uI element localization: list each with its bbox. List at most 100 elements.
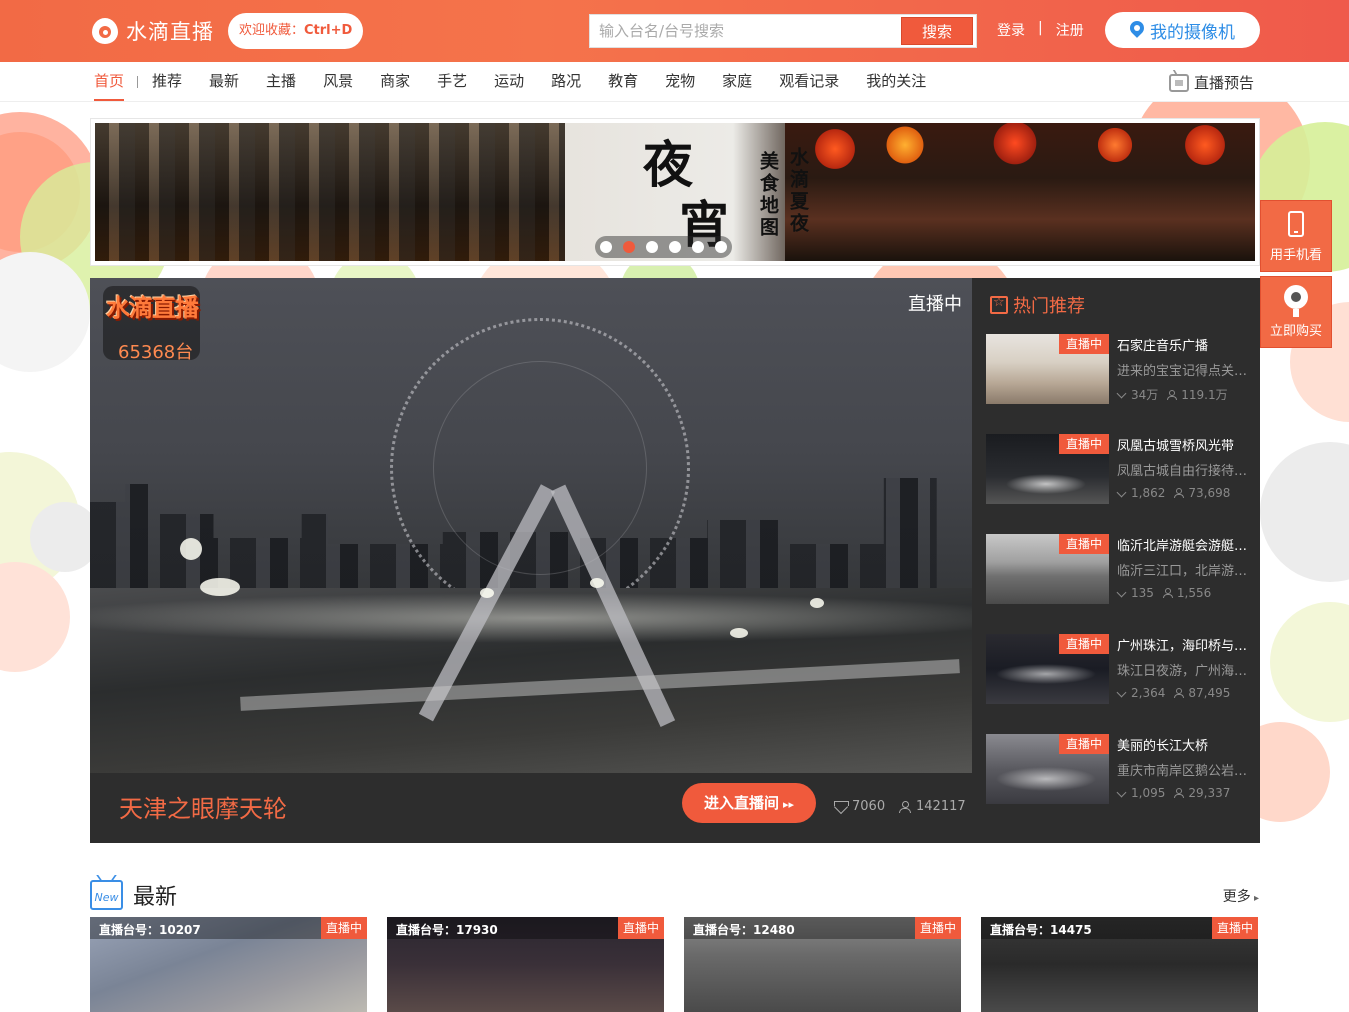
diamond-count: 7060	[852, 799, 886, 814]
nav-item[interactable]: 推荐	[152, 62, 182, 102]
viewer-count: 87,495	[1188, 686, 1231, 700]
nav-item[interactable]: 观看记录	[779, 62, 839, 102]
video-ferris-wheel-rim	[433, 361, 647, 575]
hot-thumbnail[interactable]: 直播中	[986, 334, 1109, 404]
nav-item[interactable]: 最新	[209, 62, 239, 102]
channel-id: 直播台号：17930	[396, 923, 498, 937]
video-river	[90, 588, 972, 773]
site-logo[interactable]: 水滴直播	[92, 15, 214, 47]
diamond-count: 1,862	[1131, 486, 1166, 500]
new-tv-icon: New	[90, 880, 123, 910]
carousel-dot[interactable]	[600, 241, 612, 253]
live-preview-link[interactable]: 直播预告	[1168, 62, 1254, 102]
hot-item-title[interactable]: 临沂北岸游艇会游艇码头	[1117, 535, 1258, 554]
hot-list-item[interactable]: 直播中 石家庄音乐广播 进来的宝宝记得点关注哦 34万 119.1万	[986, 334, 1258, 404]
carousel-dot[interactable]	[646, 241, 658, 253]
nav-item[interactable]: 商家	[380, 62, 410, 102]
latest-card[interactable]: 直播台号：10207 直播中	[90, 917, 367, 1012]
bookmark-hint: 欢迎收藏：Ctrl+D	[228, 13, 364, 49]
video-ferris-wheel	[390, 318, 690, 618]
nav-item[interactable]: 手艺	[437, 62, 467, 102]
carousel-dot[interactable]	[715, 241, 727, 253]
main-nav: 首页 推荐 最新 主播 风景 商家 手艺 运动 路况 教育 宠物 家庭 观看记录 我的关注 直播预告	[0, 62, 1349, 102]
carousel-dot[interactable]	[669, 241, 681, 253]
auth-links: 登录 | 注册	[997, 20, 1084, 40]
enter-room-button[interactable]: 进入直播间 ▸▸	[682, 783, 816, 823]
hot-item-desc: 临沂三江口，北岸游艇会	[1117, 564, 1258, 579]
nav-item[interactable]: 我的关注	[866, 62, 926, 102]
live-badge: 直播中	[1059, 534, 1109, 554]
badge-logo-text: 水滴直播	[106, 293, 199, 322]
hot-item-desc: 珠江日夜游，广州海印桥	[1117, 664, 1258, 679]
buy-now-label: 立即购买	[1269, 324, 1322, 339]
hot-thumbnail[interactable]: 直播中	[986, 634, 1109, 704]
hot-list-item[interactable]: 直播中 临沂北岸游艇会游艇码头 临沂三江口，北岸游艇会 135 1,556	[986, 534, 1258, 604]
webcam-icon	[1284, 285, 1308, 317]
promo-banner[interactable]: 夜 宵 美食地图 水滴夏夜	[90, 118, 1260, 266]
hot-heading: 热门推荐	[1013, 296, 1085, 317]
hot-item-title[interactable]: 凤凰古城雪桥风光带	[1117, 435, 1258, 454]
watch-on-mobile-button[interactable]: 用手机看	[1260, 200, 1332, 272]
hot-item-title[interactable]: 石家庄音乐广播	[1117, 335, 1258, 354]
nav-items: 首页 推荐 最新 主播 风景 商家 手艺 运动 路况 教育 宠物 家庭 观看记录 我的关注	[94, 62, 953, 102]
live-status: 直播中	[908, 294, 962, 315]
live-badge: 直播中	[321, 917, 367, 939]
latest-card[interactable]: 直播台号：12480 直播中	[684, 917, 961, 1012]
hot-list-item[interactable]: 直播中 广州珠江，海印桥与二沙岛珠江日夜游，广州海印桥 2,364 87,495	[986, 634, 1258, 704]
video-light	[810, 598, 824, 608]
hot-thumbnail[interactable]: 直播中	[986, 434, 1109, 504]
channel-id: 直播台号：12480	[693, 923, 795, 937]
my-camera-button[interactable]: 我的摄像机	[1105, 12, 1260, 48]
hot-item-stats: 34万 119.1万	[1117, 386, 1228, 403]
banner-subtitle-2: 美食地图	[757, 151, 779, 239]
room-title[interactable]: 天津之眼摩天轮	[119, 789, 287, 824]
nav-item[interactable]: 首页	[94, 62, 125, 102]
live-badge: 直播中	[1059, 734, 1109, 754]
user-icon	[1174, 788, 1185, 798]
double-arrow-icon: ▸▸	[782, 798, 795, 811]
user-icon	[1162, 588, 1173, 598]
login-link[interactable]: 登录	[997, 20, 1025, 40]
nav-item[interactable]: 宠物	[665, 62, 695, 102]
hot-list-item[interactable]: 直播中 凤凰古城雪桥风光带 凤凰古城自由行接待中心 1,862 73,698	[986, 434, 1258, 504]
hot-thumbnail[interactable]: 直播中	[986, 534, 1109, 604]
nav-item[interactable]: 路况	[551, 62, 581, 102]
hot-item-stats: 1,095 29,337	[1117, 786, 1230, 800]
nav-item[interactable]: 教育	[608, 62, 638, 102]
viewer-count: 119.1万	[1181, 388, 1228, 402]
location-pin-icon	[1130, 21, 1144, 39]
diamond-icon	[1117, 489, 1127, 498]
carousel-dot[interactable]	[623, 241, 635, 253]
nav-item[interactable]: 运动	[494, 62, 524, 102]
nav-item[interactable]: 主播	[266, 62, 296, 102]
carousel-dot[interactable]	[692, 241, 704, 253]
hot-recommendations: 热门推荐 直播中石家庄音乐广播进来的宝宝记得点关注哦34万119.1万直播中凤凰…	[972, 278, 1260, 843]
banner-food-stall-photo	[785, 123, 1255, 261]
hot-item-title[interactable]: 美丽的长江大桥	[1117, 735, 1258, 754]
live-preview-label: 直播预告	[1193, 73, 1254, 92]
hot-item-desc: 凤凰古城自由行接待中心	[1117, 464, 1258, 479]
latest-card[interactable]: 直播台号：17930 直播中	[387, 917, 664, 1012]
hot-thumbnail[interactable]: 直播中	[986, 734, 1109, 804]
hot-list-item[interactable]: 直播中 美丽的长江大桥 重庆市南岸区鹅公岩大桥 1,095 29,337	[986, 734, 1258, 804]
live-badge: 直播中	[1059, 634, 1109, 654]
water-drop-icon	[92, 18, 118, 44]
bookmark-prefix: 欢迎收藏：	[239, 23, 305, 38]
latest-card[interactable]: 直播台号：14475 直播中	[981, 917, 1258, 1012]
nav-item[interactable]: 家庭	[722, 62, 752, 102]
nav-separator	[137, 76, 139, 88]
diamond-icon	[1117, 589, 1127, 598]
hot-item-stats: 2,364 87,495	[1117, 686, 1230, 700]
live-video[interactable]: 水滴直播 65368台 直播中	[90, 278, 972, 773]
hot-item-title[interactable]: 广州珠江，海印桥与二沙岛	[1117, 635, 1258, 654]
nav-item[interactable]: 风景	[323, 62, 353, 102]
video-light	[590, 578, 604, 588]
user-icon	[1167, 389, 1178, 400]
user-icon	[899, 800, 911, 813]
search-input[interactable]	[590, 15, 902, 47]
register-link[interactable]: 注册	[1056, 20, 1084, 40]
carousel-dots	[595, 236, 732, 258]
buy-now-button[interactable]: 立即购买	[1260, 276, 1332, 348]
search-button[interactable]: 搜索	[901, 17, 973, 45]
more-link[interactable]: 更多	[1223, 886, 1259, 906]
